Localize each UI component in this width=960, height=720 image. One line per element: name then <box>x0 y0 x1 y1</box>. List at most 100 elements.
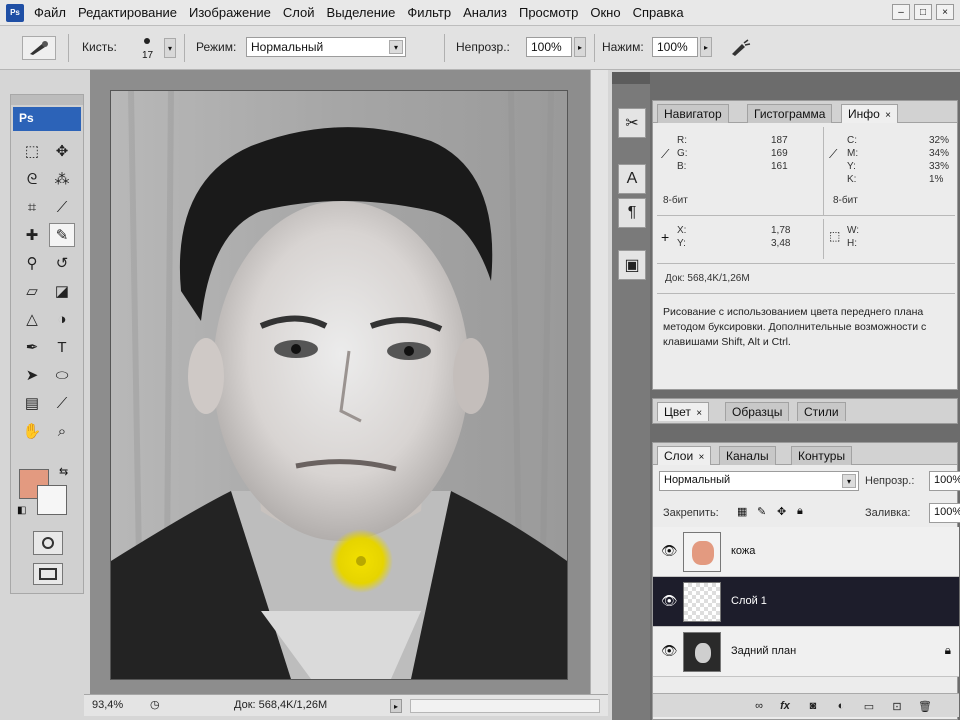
layer-row[interactable]: 👁︎ Задний план 🔒︎ <box>653 627 959 677</box>
marquee-tool[interactable]: ⬚ <box>19 139 45 163</box>
menu-filter[interactable]: Фильтр <box>401 5 457 20</box>
close-button[interactable]: × <box>936 4 954 20</box>
toolbox-grip[interactable] <box>11 95 83 105</box>
background-color-swatch[interactable] <box>37 485 67 515</box>
close-icon[interactable]: × <box>885 110 891 121</box>
menu-select[interactable]: Выделение <box>321 5 402 20</box>
status-menu-arrow[interactable]: ▸ <box>390 699 402 713</box>
layer-opacity-input[interactable]: 100% <box>929 471 960 491</box>
tab-styles[interactable]: Стили <box>797 402 846 421</box>
lock-all-icon[interactable]: 🔒︎ <box>797 505 803 518</box>
tab-paths[interactable]: Контуры <box>791 446 853 465</box>
lock-position-icon[interactable]: ✥ <box>777 505 786 518</box>
lock-transparency-icon[interactable]: ▦ <box>737 505 747 518</box>
menu-help[interactable]: Справка <box>627 5 690 20</box>
crop-tool[interactable]: ⌗ <box>19 195 45 219</box>
document-canvas[interactable] <box>110 90 568 680</box>
hand-tool[interactable]: ✋ <box>19 419 45 443</box>
flow-slider-arrow[interactable]: ▸ <box>700 37 712 57</box>
flow-input[interactable]: 100% <box>652 37 698 57</box>
vertical-scrollbar[interactable] <box>590 70 608 694</box>
healing-brush-tool[interactable]: ✚ <box>19 223 45 247</box>
tab-color[interactable]: Цвет × <box>657 402 710 421</box>
trash-icon[interactable]: 🗑︎ <box>917 698 933 714</box>
adjustment-icon[interactable]: ◐ <box>833 698 849 714</box>
swap-colors-icon[interactable]: ⇆ <box>59 465 68 478</box>
quick-mask-button[interactable] <box>33 531 63 555</box>
layer-row[interactable]: 👁︎ кожа <box>653 527 959 577</box>
fill-value: 100% <box>934 506 960 518</box>
group-icon[interactable]: ▭ <box>861 698 877 714</box>
tab-info[interactable]: Инфо × <box>841 104 898 123</box>
dock-grip[interactable] <box>612 72 650 84</box>
clone-stamp-tool[interactable]: ⚲ <box>19 251 45 275</box>
layer-opacity-value: 100% <box>934 474 960 486</box>
zoom-level[interactable]: 93,4% <box>92 699 123 711</box>
horizontal-scrollbar[interactable] <box>410 699 600 713</box>
visibility-eye-icon[interactable]: 👁︎ <box>661 543 678 559</box>
paragraph-icon[interactable]: ¶ <box>618 198 646 228</box>
menu-window[interactable]: Окно <box>584 5 626 20</box>
toolbox-logo[interactable]: Ps <box>13 107 81 131</box>
tab-histogram[interactable]: Гистограмма <box>747 104 833 123</box>
tab-swatches[interactable]: Образцы <box>725 402 790 421</box>
airbrush-icon[interactable] <box>726 36 754 60</box>
screen-mode-button[interactable] <box>33 563 63 585</box>
slice-tool[interactable]: ⟋ <box>49 195 75 219</box>
default-colors-icon[interactable]: ◧ <box>17 505 26 516</box>
info-label: Y: <box>677 238 686 249</box>
tab-navigator[interactable]: Навигатор <box>657 104 729 123</box>
layers-list: 👁︎ кожа 👁︎ Слой 1 👁︎ Задний план 🔒︎ <box>653 527 959 687</box>
fill-input[interactable]: 100% <box>929 503 960 523</box>
tab-color-label: Цвет <box>664 405 691 419</box>
path-selection-tool[interactable]: ➤ <box>19 363 45 387</box>
status-bar: 93,4% ◷ Док: 568,4K/1,26M ▸ <box>84 694 608 716</box>
shape-tool[interactable]: ⬭ <box>49 363 75 387</box>
maximize-button[interactable]: □ <box>914 4 932 20</box>
opacity-input[interactable]: 100% <box>526 37 572 57</box>
mask-icon[interactable]: ◙ <box>805 698 821 714</box>
fx-icon[interactable]: fx <box>777 698 793 714</box>
blur-tool[interactable]: △ <box>19 307 45 331</box>
link-icon[interactable]: ∞ <box>751 698 767 714</box>
brush-tool[interactable]: ✎ <box>49 223 75 247</box>
minimize-button[interactable]: – <box>892 4 910 20</box>
paint-bucket-tool[interactable]: ◪ <box>49 279 75 303</box>
close-icon[interactable]: × <box>696 408 702 419</box>
zoom-tool[interactable]: ⌕ <box>49 419 75 443</box>
magic-wand-tool[interactable]: ⁂ <box>49 167 75 191</box>
lasso-tool[interactable]: ᘓ <box>19 167 45 191</box>
blend-mode-select[interactable]: Нормальный ▾ <box>659 471 859 491</box>
menu-edit[interactable]: Редактирование <box>72 5 183 20</box>
menu-image[interactable]: Изображение <box>183 5 277 20</box>
dodge-tool[interactable]: ◑ <box>49 307 75 331</box>
brush-picker-arrow[interactable]: ▾ <box>164 38 176 58</box>
type-tool[interactable]: T <box>49 335 75 359</box>
tools-icon[interactable]: ✂ <box>618 108 646 138</box>
opacity-slider-arrow[interactable]: ▸ <box>574 37 586 57</box>
visibility-eye-icon[interactable]: 👁︎ <box>661 593 678 609</box>
mode-select[interactable]: Нормальный ▾ <box>246 37 406 57</box>
notes-tool[interactable]: ▤ <box>19 391 45 415</box>
tab-layers[interactable]: Слои × <box>657 446 712 465</box>
layer-thumbnail-swatch <box>692 541 714 565</box>
layer-row[interactable]: 👁︎ Слой 1 <box>653 577 959 627</box>
tab-channels[interactable]: Каналы <box>719 446 776 465</box>
eyedropper-tool[interactable]: ⟋ <box>49 391 75 415</box>
image-icon[interactable]: ▣ <box>618 250 646 280</box>
pen-tool[interactable]: ✒ <box>19 335 45 359</box>
brush-preset-picker[interactable]: 17 <box>132 34 162 64</box>
menu-analysis[interactable]: Анализ <box>457 5 513 20</box>
eraser-tool[interactable]: ▱ <box>19 279 45 303</box>
history-brush-tool[interactable]: ↺ <box>49 251 75 275</box>
type-icon[interactable]: A <box>618 164 646 194</box>
lock-pixels-icon[interactable]: ✎ <box>757 505 766 518</box>
new-layer-icon[interactable]: ⊡ <box>889 698 905 714</box>
visibility-eye-icon[interactable]: 👁︎ <box>661 643 678 659</box>
menu-layer[interactable]: Слой <box>277 5 321 20</box>
menu-file[interactable]: Файл <box>28 5 72 20</box>
close-icon[interactable]: × <box>699 452 705 463</box>
tool-preset-icon[interactable] <box>22 36 56 60</box>
move-tool[interactable]: ✥ <box>49 139 75 163</box>
menu-view[interactable]: Просмотр <box>513 5 584 20</box>
